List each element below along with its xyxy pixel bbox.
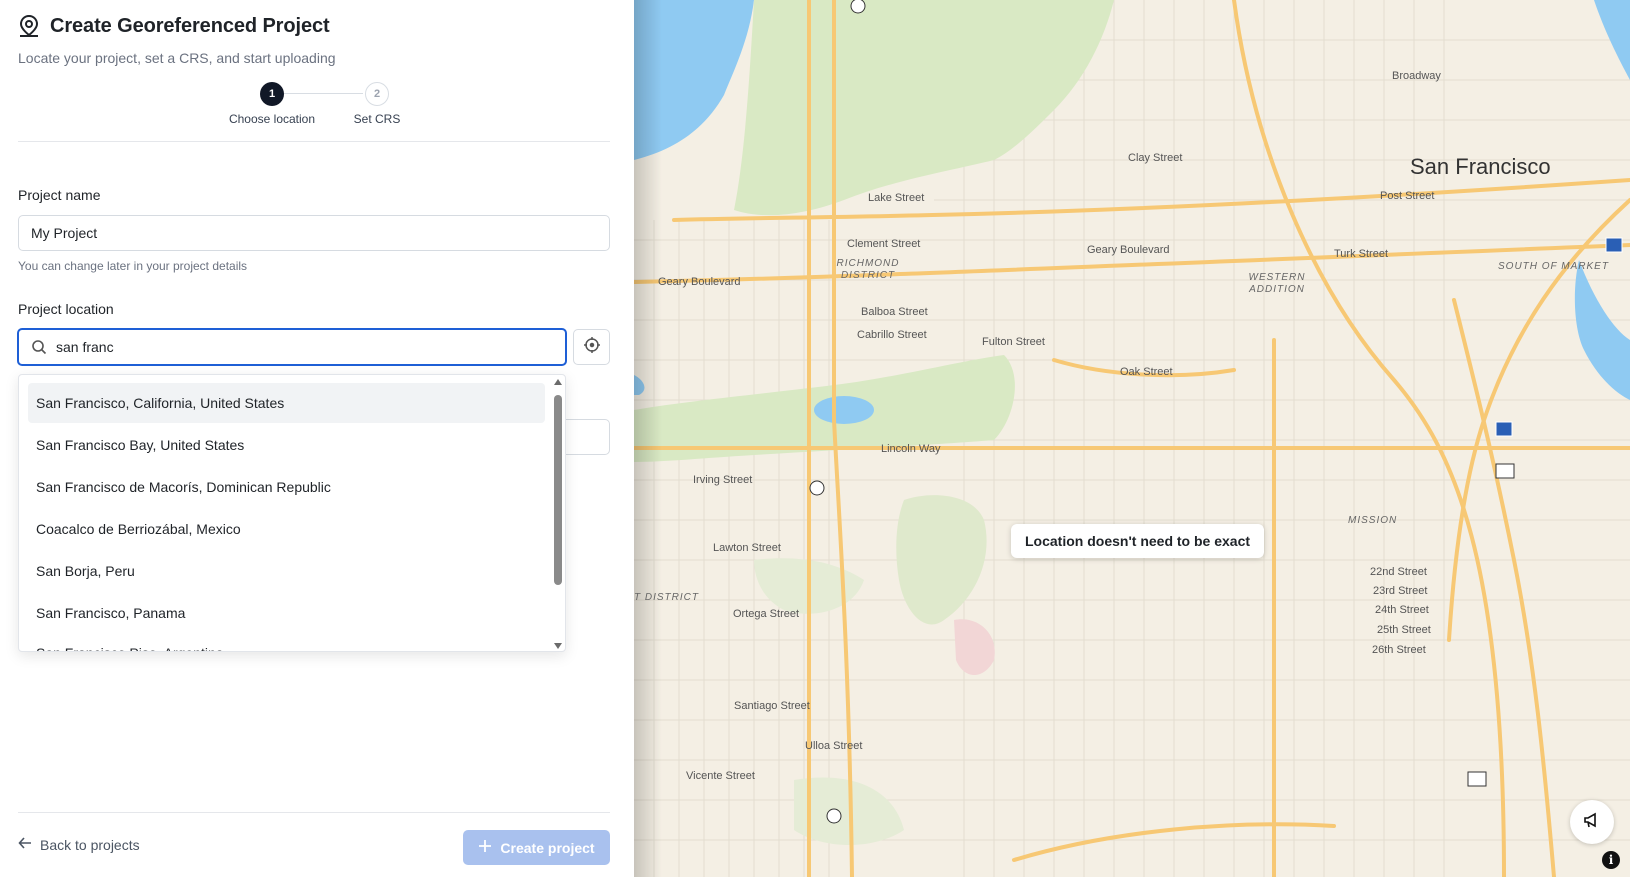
map-street-label: 24th Street bbox=[1375, 604, 1429, 616]
map-street-label: 23rd Street bbox=[1373, 585, 1428, 597]
page-subtitle: Locate your project, set a CRS, and star… bbox=[18, 50, 336, 66]
map-street-label: Clay Street bbox=[1128, 152, 1183, 164]
map-street-label: Clement Street bbox=[847, 238, 921, 250]
back-to-projects-link[interactable]: Back to projects bbox=[18, 836, 140, 853]
map-canvas[interactable] bbox=[634, 0, 1630, 877]
project-location-label: Project location bbox=[18, 301, 114, 317]
map-district-label: WESTERN ADDITION bbox=[1248, 272, 1306, 295]
step-1-number: 1 bbox=[260, 82, 284, 106]
map-street-label: 26th Street bbox=[1372, 644, 1426, 656]
plus-icon bbox=[478, 839, 492, 856]
project-name-help: You can change later in your project det… bbox=[18, 259, 248, 273]
map-street-label: 25th Street bbox=[1377, 624, 1431, 636]
map-street-label: Fulton Street bbox=[982, 336, 1045, 348]
locate-me-button[interactable] bbox=[573, 329, 610, 365]
suggestion-item[interactable]: San Francisco Bay, United States bbox=[28, 425, 545, 465]
scroll-down-arrow-icon[interactable] bbox=[554, 643, 562, 649]
project-name-label: Project name bbox=[18, 187, 101, 203]
step-set-crs: 2 Set CRS bbox=[327, 82, 427, 126]
map-district-label: T DISTRICT bbox=[634, 592, 699, 603]
location-search-value: san franc bbox=[56, 339, 114, 355]
project-name-input[interactable]: My Project bbox=[18, 215, 610, 251]
step-choose-location: 1 Choose location bbox=[222, 82, 322, 126]
back-label: Back to projects bbox=[40, 836, 140, 853]
page-title: Create Georeferenced Project bbox=[50, 14, 330, 37]
create-project-panel: Create Georeferenced Project Locate your… bbox=[0, 0, 634, 877]
crosshair-icon bbox=[583, 336, 601, 359]
map-location-tooltip: Location doesn't need to be exact bbox=[1011, 524, 1265, 558]
map-street-label: Broadway bbox=[1392, 70, 1441, 82]
map-street-label: Lake Street bbox=[868, 192, 925, 204]
step-2-label: Set CRS bbox=[353, 112, 401, 126]
header-divider bbox=[18, 141, 610, 142]
suggestion-item[interactable]: Coacalco de Berriozábal, Mexico bbox=[28, 509, 545, 549]
location-pin-icon bbox=[18, 14, 40, 38]
map-street-label: Lawton Street bbox=[713, 542, 781, 554]
map-district-label: RICHMOND DISTRICT bbox=[836, 258, 900, 281]
suggestion-item[interactable]: San Borja, Peru bbox=[28, 551, 545, 591]
map-street-label: Geary Boulevard bbox=[658, 276, 741, 288]
map-street-label: Turk Street bbox=[1334, 248, 1388, 260]
dropdown-scrollbar[interactable] bbox=[553, 379, 563, 649]
scrollbar-thumb[interactable] bbox=[554, 395, 562, 585]
suggestion-item[interactable]: San Francisco, Panama bbox=[28, 593, 545, 633]
map-street-label: Oak Street bbox=[1120, 366, 1173, 378]
search-icon bbox=[31, 339, 47, 355]
map-drawing bbox=[634, 0, 1630, 877]
map-street-label: Cabrillo Street bbox=[857, 329, 927, 341]
suggestion-item[interactable]: San Francisco de Macorís, Dominican Repu… bbox=[28, 467, 545, 507]
project-name-value: My Project bbox=[31, 225, 98, 241]
location-search-input[interactable]: san franc bbox=[17, 328, 567, 366]
suggestion-item[interactable]: San Francisco Piso, Argentina bbox=[28, 633, 545, 651]
header: Create Georeferenced Project bbox=[18, 14, 330, 38]
step-2-number: 2 bbox=[365, 82, 389, 106]
map-info-button[interactable]: i bbox=[1602, 851, 1620, 869]
map-street-label: Balboa Street bbox=[861, 306, 928, 318]
map-street-label: Post Street bbox=[1380, 190, 1435, 202]
scroll-up-arrow-icon[interactable] bbox=[554, 379, 562, 385]
map-district-label: MISSION bbox=[1348, 515, 1398, 526]
step-1-label: Choose location bbox=[228, 112, 316, 126]
create-project-label: Create project bbox=[500, 839, 595, 856]
footer-divider bbox=[18, 812, 610, 813]
map-street-label: Vicente Street bbox=[686, 770, 755, 782]
map-district-label: SOUTH OF MARKET bbox=[1498, 261, 1609, 272]
map-street-label: Santiago Street bbox=[734, 700, 810, 712]
create-project-button[interactable]: Create project bbox=[463, 830, 610, 865]
location-suggestions-dropdown: San Francisco, California, United States… bbox=[18, 374, 566, 652]
map-city-label: San Francisco bbox=[1410, 154, 1551, 179]
map-street-label: Ortega Street bbox=[733, 608, 800, 620]
map-street-label: Ulloa Street bbox=[805, 740, 863, 752]
megaphone-icon bbox=[1583, 811, 1601, 834]
map-street-label: Lincoln Way bbox=[881, 443, 941, 455]
suggestion-item[interactable]: San Francisco, California, United States bbox=[28, 383, 545, 423]
arrow-left-icon bbox=[18, 836, 32, 853]
map-edge-shadow bbox=[634, 0, 662, 877]
map-street-label: 22nd Street bbox=[1370, 566, 1427, 578]
map-street-label: Geary Boulevard bbox=[1087, 244, 1170, 256]
map-feedback-button[interactable] bbox=[1570, 800, 1614, 844]
map-street-label: Irving Street bbox=[693, 474, 753, 486]
